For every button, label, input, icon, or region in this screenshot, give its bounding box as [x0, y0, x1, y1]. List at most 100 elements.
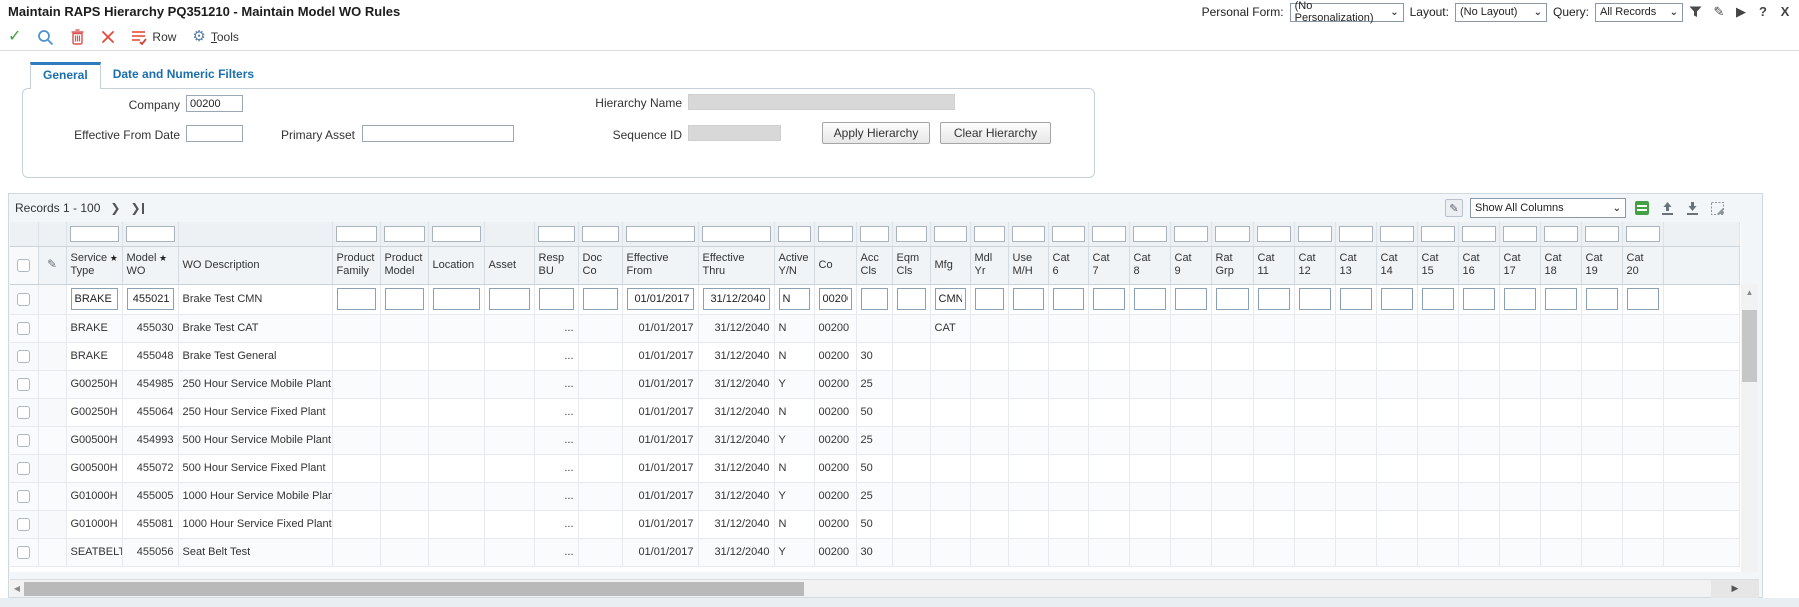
- cell-input-cat_13[interactable]: [1340, 288, 1372, 310]
- row-checkbox[interactable]: [17, 518, 30, 531]
- cell-location[interactable]: [428, 510, 484, 538]
- cell-acc_cls[interactable]: 50: [856, 510, 892, 538]
- cell-cat_16[interactable]: [1458, 284, 1499, 314]
- column-view-select[interactable]: Show All Columns ⌄: [1470, 198, 1626, 218]
- cell-cat_8[interactable]: [1129, 454, 1170, 482]
- qbe-input-cat_7[interactable]: [1092, 226, 1126, 242]
- cell-use_mh[interactable]: [1008, 370, 1048, 398]
- cell-cat_17[interactable]: [1499, 314, 1540, 342]
- cell-input-active_yn[interactable]: [779, 288, 810, 310]
- cell-use_mh[interactable]: [1008, 398, 1048, 426]
- cell-location[interactable]: [428, 398, 484, 426]
- find-button[interactable]: [37, 29, 54, 46]
- cell-model_wo[interactable]: 455048: [122, 342, 178, 370]
- cell-doc_co[interactable]: [578, 454, 622, 482]
- cell-cat_15[interactable]: [1417, 314, 1458, 342]
- cell-cat_17[interactable]: [1499, 426, 1540, 454]
- cell-co[interactable]: 00200: [814, 370, 856, 398]
- cell-mfg[interactable]: [930, 342, 970, 370]
- query-select[interactable]: All Records ⌄: [1595, 3, 1683, 22]
- maximize-grid-icon[interactable]: [1708, 199, 1726, 217]
- cell-active_yn[interactable]: N: [774, 314, 814, 342]
- cell-cat_18[interactable]: [1540, 342, 1581, 370]
- cell-service_type[interactable]: G01000H: [66, 510, 122, 538]
- qbe-input-cat_17[interactable]: [1503, 226, 1537, 242]
- cell-effective_from[interactable]: 01/01/2017: [622, 426, 698, 454]
- cell-cat_9[interactable]: [1170, 370, 1211, 398]
- personal-form-select[interactable]: (No Personalization) ⌄: [1290, 3, 1404, 22]
- cell-co[interactable]: 00200: [814, 454, 856, 482]
- cell-cat_9[interactable]: [1170, 342, 1211, 370]
- clear-hierarchy-button[interactable]: Clear Hierarchy: [940, 122, 1051, 144]
- cell-service_type[interactable]: BRAKE: [66, 314, 122, 342]
- cell-cat_12[interactable]: [1294, 510, 1335, 538]
- cell-product_model[interactable]: [380, 538, 428, 566]
- cell-model_wo[interactable]: 455030: [122, 314, 178, 342]
- cell-eqm_cls[interactable]: [892, 370, 930, 398]
- cell-cat_8[interactable]: [1129, 398, 1170, 426]
- cell-asset[interactable]: [484, 370, 534, 398]
- cell-effective_thru[interactable]: 31/12/2040: [698, 538, 774, 566]
- cell-cat_12[interactable]: [1294, 538, 1335, 566]
- cell-acc_cls[interactable]: 25: [856, 370, 892, 398]
- cell-cat_17[interactable]: [1499, 284, 1540, 314]
- cell-cat_9[interactable]: [1170, 398, 1211, 426]
- cell-cat_11[interactable]: [1253, 342, 1294, 370]
- cell-cat_12[interactable]: [1294, 314, 1335, 342]
- cell-cat_16[interactable]: [1458, 454, 1499, 482]
- cell-cat_19[interactable]: [1581, 370, 1622, 398]
- cell-cat_7[interactable]: [1088, 314, 1129, 342]
- cell-cat_18[interactable]: [1540, 284, 1581, 314]
- cell-cat_8[interactable]: [1129, 538, 1170, 566]
- cell-cat_15[interactable]: [1417, 482, 1458, 510]
- cell-use_mh[interactable]: [1008, 454, 1048, 482]
- cell-product_family[interactable]: [332, 454, 380, 482]
- column-header-effective_from[interactable]: EffectiveFrom: [622, 246, 698, 284]
- cell-cat_6[interactable]: [1048, 314, 1088, 342]
- row-checkbox[interactable]: [17, 434, 30, 447]
- cell-input-cat_16[interactable]: [1463, 288, 1495, 310]
- cell-wo_description[interactable]: 250 Hour Service Mobile Plant: [178, 370, 332, 398]
- cell-cat_7[interactable]: [1088, 482, 1129, 510]
- select-all-checkbox[interactable]: [17, 259, 30, 272]
- cell-mdl_yr[interactable]: [970, 454, 1008, 482]
- ok-button[interactable]: ✓: [8, 29, 21, 45]
- cell-mdl_yr[interactable]: [970, 538, 1008, 566]
- cell-mdl_yr[interactable]: [970, 398, 1008, 426]
- cell-model_wo[interactable]: 454985: [122, 370, 178, 398]
- cell-location[interactable]: [428, 284, 484, 314]
- cell-cat_6[interactable]: [1048, 426, 1088, 454]
- cell-eqm_cls[interactable]: [892, 426, 930, 454]
- row-checkbox[interactable]: [17, 378, 30, 391]
- cell-model_wo[interactable]: [122, 284, 178, 314]
- qbe-input-active_yn[interactable]: [778, 226, 811, 242]
- cell-cat_11[interactable]: [1253, 284, 1294, 314]
- column-header-cat_8[interactable]: Cat8: [1129, 246, 1170, 284]
- cell-cat_16[interactable]: [1458, 314, 1499, 342]
- cell-resp_bu[interactable]: ...: [534, 370, 578, 398]
- cell-model_wo[interactable]: 455064: [122, 398, 178, 426]
- cell-cat_16[interactable]: [1458, 482, 1499, 510]
- cell-effective_thru[interactable]: 31/12/2040: [698, 398, 774, 426]
- cell-doc_co[interactable]: [578, 314, 622, 342]
- cell-asset[interactable]: [484, 510, 534, 538]
- cell-cat_11[interactable]: [1253, 482, 1294, 510]
- column-header-cat_9[interactable]: Cat9: [1170, 246, 1211, 284]
- cell-product_family[interactable]: [332, 342, 380, 370]
- cell-cat_15[interactable]: [1417, 426, 1458, 454]
- cell-doc_co[interactable]: [578, 482, 622, 510]
- row-checkbox[interactable]: [17, 293, 30, 306]
- cell-input-acc_cls[interactable]: [861, 288, 888, 310]
- cell-cat_20[interactable]: [1622, 342, 1663, 370]
- qbe-input-use_mh[interactable]: [1012, 226, 1045, 242]
- company-field[interactable]: [186, 95, 243, 112]
- cell-input-asset[interactable]: [489, 288, 530, 310]
- column-header-cat_7[interactable]: Cat7: [1088, 246, 1129, 284]
- close-icon[interactable]: X: [1777, 3, 1793, 21]
- row-menu[interactable]: Row: [131, 29, 176, 45]
- cell-cat_7[interactable]: [1088, 370, 1129, 398]
- cell-eqm_cls[interactable]: [892, 314, 930, 342]
- cell-co[interactable]: 00200: [814, 342, 856, 370]
- column-header-product_model[interactable]: ProductModel: [380, 246, 428, 284]
- column-header-location[interactable]: Location: [428, 246, 484, 284]
